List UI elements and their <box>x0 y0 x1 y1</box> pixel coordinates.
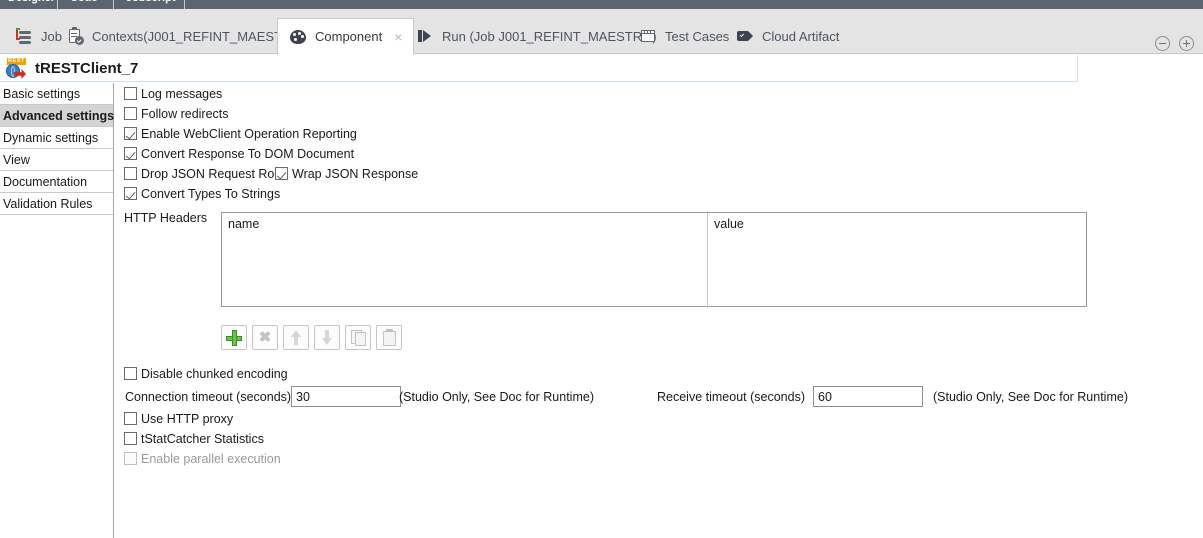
tab-component-label: Component <box>315 29 383 44</box>
checkbox-drop-json-request-root[interactable]: Drop JSON Request Root <box>124 167 285 181</box>
perspective-strip: Designer Code Jobscript <box>0 0 1203 9</box>
checkbox-label: Convert Types To Strings <box>141 186 281 201</box>
checkbox-label: Enable WebClient Operation Reporting <box>141 126 357 141</box>
sidebar-item-validation-rules[interactable]: Validation Rules <box>0 193 113 215</box>
checkbox-box <box>124 452 137 466</box>
close-icon[interactable]: × <box>394 30 402 44</box>
checkbox-convert-types-to-strings[interactable]: Convert Types To Strings <box>124 187 280 201</box>
sidebar-item-view[interactable]: View <box>0 149 113 171</box>
sidebar-item-advanced-settings[interactable]: Advanced settings <box>0 105 114 127</box>
sidebar-item-documentation[interactable]: Documentation <box>0 171 113 193</box>
http-headers-table[interactable]: name value <box>221 212 1087 308</box>
connection-timeout-input[interactable] <box>291 386 401 407</box>
checkbox-label: Enable parallel execution <box>141 451 281 466</box>
checkbox-box <box>124 147 137 161</box>
connection-timeout-note: (Studio Only, See Doc for Runtime) <box>399 390 594 404</box>
tab-cloud-artifact-label: Cloud Artifact <box>762 28 840 44</box>
checkbox-box <box>124 107 137 121</box>
checkbox-box <box>124 367 137 381</box>
strip-separator-2 <box>113 0 114 9</box>
strip-separator-1 <box>57 0 58 9</box>
strip-tab-jobscript[interactable]: Jobscript <box>118 0 184 9</box>
checkbox-label: Drop JSON Request Root <box>141 166 285 181</box>
move-up-button[interactable] <box>283 325 309 350</box>
delete-row-button[interactable]: ✖ <box>252 325 278 350</box>
http-headers-label: HTTP Headers <box>124 211 208 225</box>
checkbox-box <box>124 167 137 181</box>
page-title: tRESTClient_7 <box>35 59 139 77</box>
strip-tab-code[interactable]: Code <box>62 0 106 9</box>
maximize-icon[interactable] <box>1179 36 1194 51</box>
tab-test-cases-label: Test Cases <box>665 28 730 44</box>
checkbox-wrap-json-response[interactable]: Wrap JSON Response <box>275 167 418 181</box>
move-down-button[interactable] <box>314 325 340 350</box>
settings-sidebar: Basic settings Advanced settings Dynamic… <box>0 83 114 538</box>
cross-icon: ✖ <box>258 329 272 346</box>
checkbox-label: Disable chunked encoding <box>141 366 288 381</box>
window-icon <box>639 27 657 45</box>
palette-icon <box>289 28 307 46</box>
tab-contexts-label: Contexts(J001_REFINT_MAESTRO) <box>92 28 306 44</box>
checkbox-label: Wrap JSON Response <box>292 166 419 181</box>
connection-timeout-label: Connection timeout (seconds) <box>125 390 292 404</box>
receive-timeout-label: Receive timeout (seconds) <box>657 390 805 404</box>
column-header-value: value <box>714 217 744 231</box>
checkbox-disable-chunked-encoding[interactable]: Disable chunked encoding <box>124 367 288 381</box>
sidebar-item-dynamic-settings[interactable]: Dynamic settings <box>0 127 113 149</box>
editor-tab-bar: Job Contexts(J001_REFINT_MAESTRO) Compon… <box>0 9 1203 55</box>
tab-component[interactable]: Component × <box>277 18 415 55</box>
paste-icon <box>383 331 396 346</box>
run-icon <box>416 27 434 45</box>
trestclient-icon: REST <box>5 58 27 79</box>
paste-button[interactable] <box>376 325 402 350</box>
checkbox-label: tStatCatcher Statistics <box>141 431 264 446</box>
checkbox-enable-webclient-operation-reporting[interactable]: Enable WebClient Operation Reporting <box>124 127 357 141</box>
sidebar-item-basic-settings[interactable]: Basic settings <box>0 83 113 105</box>
checkbox-label: Log messages <box>141 86 223 101</box>
strip-separator-3 <box>184 0 185 9</box>
arrow-down-icon <box>322 330 332 345</box>
job-icon <box>15 27 33 45</box>
checkbox-tstatcatcher-statistics[interactable]: tStatCatcher Statistics <box>124 432 264 446</box>
checkbox-follow-redirects[interactable]: Follow redirects <box>124 107 229 121</box>
minimize-icon[interactable] <box>1155 36 1170 51</box>
strip-tab-designer[interactable]: Designer <box>0 0 64 9</box>
receive-timeout-note: (Studio Only, See Doc for Runtime) <box>933 390 1128 404</box>
tab-cloud-artifact[interactable]: Cloud Artifact <box>725 18 850 54</box>
receive-timeout-input[interactable] <box>813 386 923 407</box>
arrow-up-icon <box>291 330 301 345</box>
contexts-icon <box>66 27 84 45</box>
copy-button[interactable] <box>345 325 371 350</box>
checkbox-box <box>124 87 137 101</box>
tab-run-label: Run (Job J001_REFINT_MAESTRO) <box>442 28 657 44</box>
checkbox-label: Convert Response To DOM Document <box>141 146 355 161</box>
checkbox-convert-response-to-dom-document[interactable]: Convert Response To DOM Document <box>124 147 354 161</box>
checkbox-box <box>124 127 137 141</box>
checkbox-label: Use HTTP proxy <box>141 411 234 426</box>
checkbox-box <box>124 187 137 201</box>
component-header: REST tRESTClient_7 <box>0 55 1078 82</box>
checkbox-box <box>124 412 137 426</box>
checkbox-enable-parallel-execution: Enable parallel execution <box>124 452 281 466</box>
add-row-button[interactable] <box>221 325 247 350</box>
checkbox-label: Follow redirects <box>141 106 229 121</box>
checkbox-box <box>275 167 288 181</box>
checkbox-use-http-proxy[interactable]: Use HTTP proxy <box>124 412 233 426</box>
checkbox-log-messages[interactable]: Log messages <box>124 87 222 101</box>
advanced-settings-panel: Log messages Follow redirects Enable Web… <box>115 83 1203 538</box>
checkbox-box <box>124 432 137 446</box>
cloud-artifact-icon <box>736 27 754 45</box>
column-header-name: name <box>228 217 260 231</box>
tab-test-cases[interactable]: Test Cases <box>628 18 740 54</box>
